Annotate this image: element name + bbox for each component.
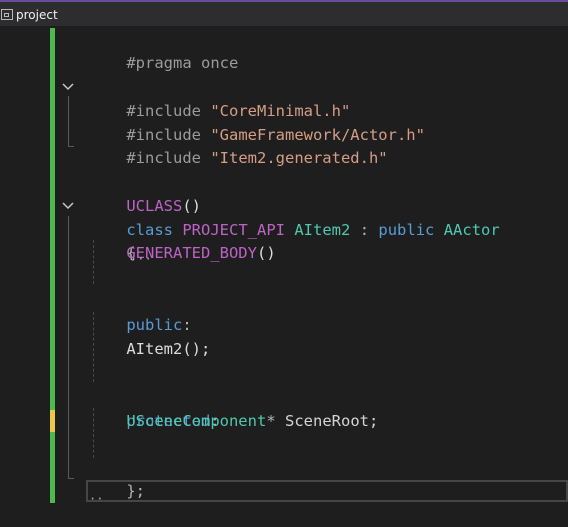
class-name: AItem2 bbox=[294, 221, 351, 239]
punctuation: () bbox=[256, 244, 276, 262]
current-line-highlight[interactable] bbox=[86, 480, 568, 502]
code-line-4: #include "GameFramework/Actor.h" bbox=[89, 99, 425, 144]
access-keyword: public bbox=[378, 221, 435, 239]
code-line-14: AItem2(); bbox=[89, 337, 210, 361]
punctuation: : bbox=[182, 316, 192, 334]
code-line-9: { bbox=[89, 217, 135, 262]
base-class-name: AActor bbox=[443, 221, 500, 239]
code-line-5: #include "Item2.generated.h" bbox=[89, 122, 387, 167]
code-editor[interactable]: #pragma once #include "CoreMinimal.h" #i… bbox=[0, 0, 568, 509]
api-macro: PROJECT_API bbox=[182, 221, 285, 239]
code-line-8: class PROJECT_API AItem2 : public AActor bbox=[89, 194, 499, 239]
public-access-label: public bbox=[126, 316, 183, 334]
code-line-19: }; bbox=[89, 455, 145, 500]
code-line-10: GENERATED_BODY() bbox=[89, 241, 276, 265]
code-line-3: #include "CoreMinimal.h" bbox=[89, 75, 350, 120]
member-type: USceneComponent bbox=[126, 412, 267, 430]
code-line-1: #pragma once bbox=[89, 27, 238, 72]
include-keyword: #include bbox=[126, 149, 201, 167]
code-line-17: USceneComponent* SceneRoot; bbox=[89, 409, 378, 433]
suggestion-dots: ··· bbox=[130, 252, 152, 266]
member-name: SceneRoot; bbox=[285, 412, 379, 430]
pragma-directive: #pragma once bbox=[126, 54, 239, 72]
punctuation: : bbox=[359, 221, 370, 239]
code-line-16: protected: bbox=[89, 385, 219, 430]
code-line-12: public: bbox=[89, 289, 191, 334]
include-path: "Item2.generated.h" bbox=[210, 149, 388, 167]
pointer-star: * bbox=[266, 412, 276, 430]
constructor-declaration: AItem2(); bbox=[126, 340, 211, 358]
suggestion-dots: ·· bbox=[89, 492, 104, 506]
code-line-7: UCLASS() bbox=[89, 170, 201, 215]
